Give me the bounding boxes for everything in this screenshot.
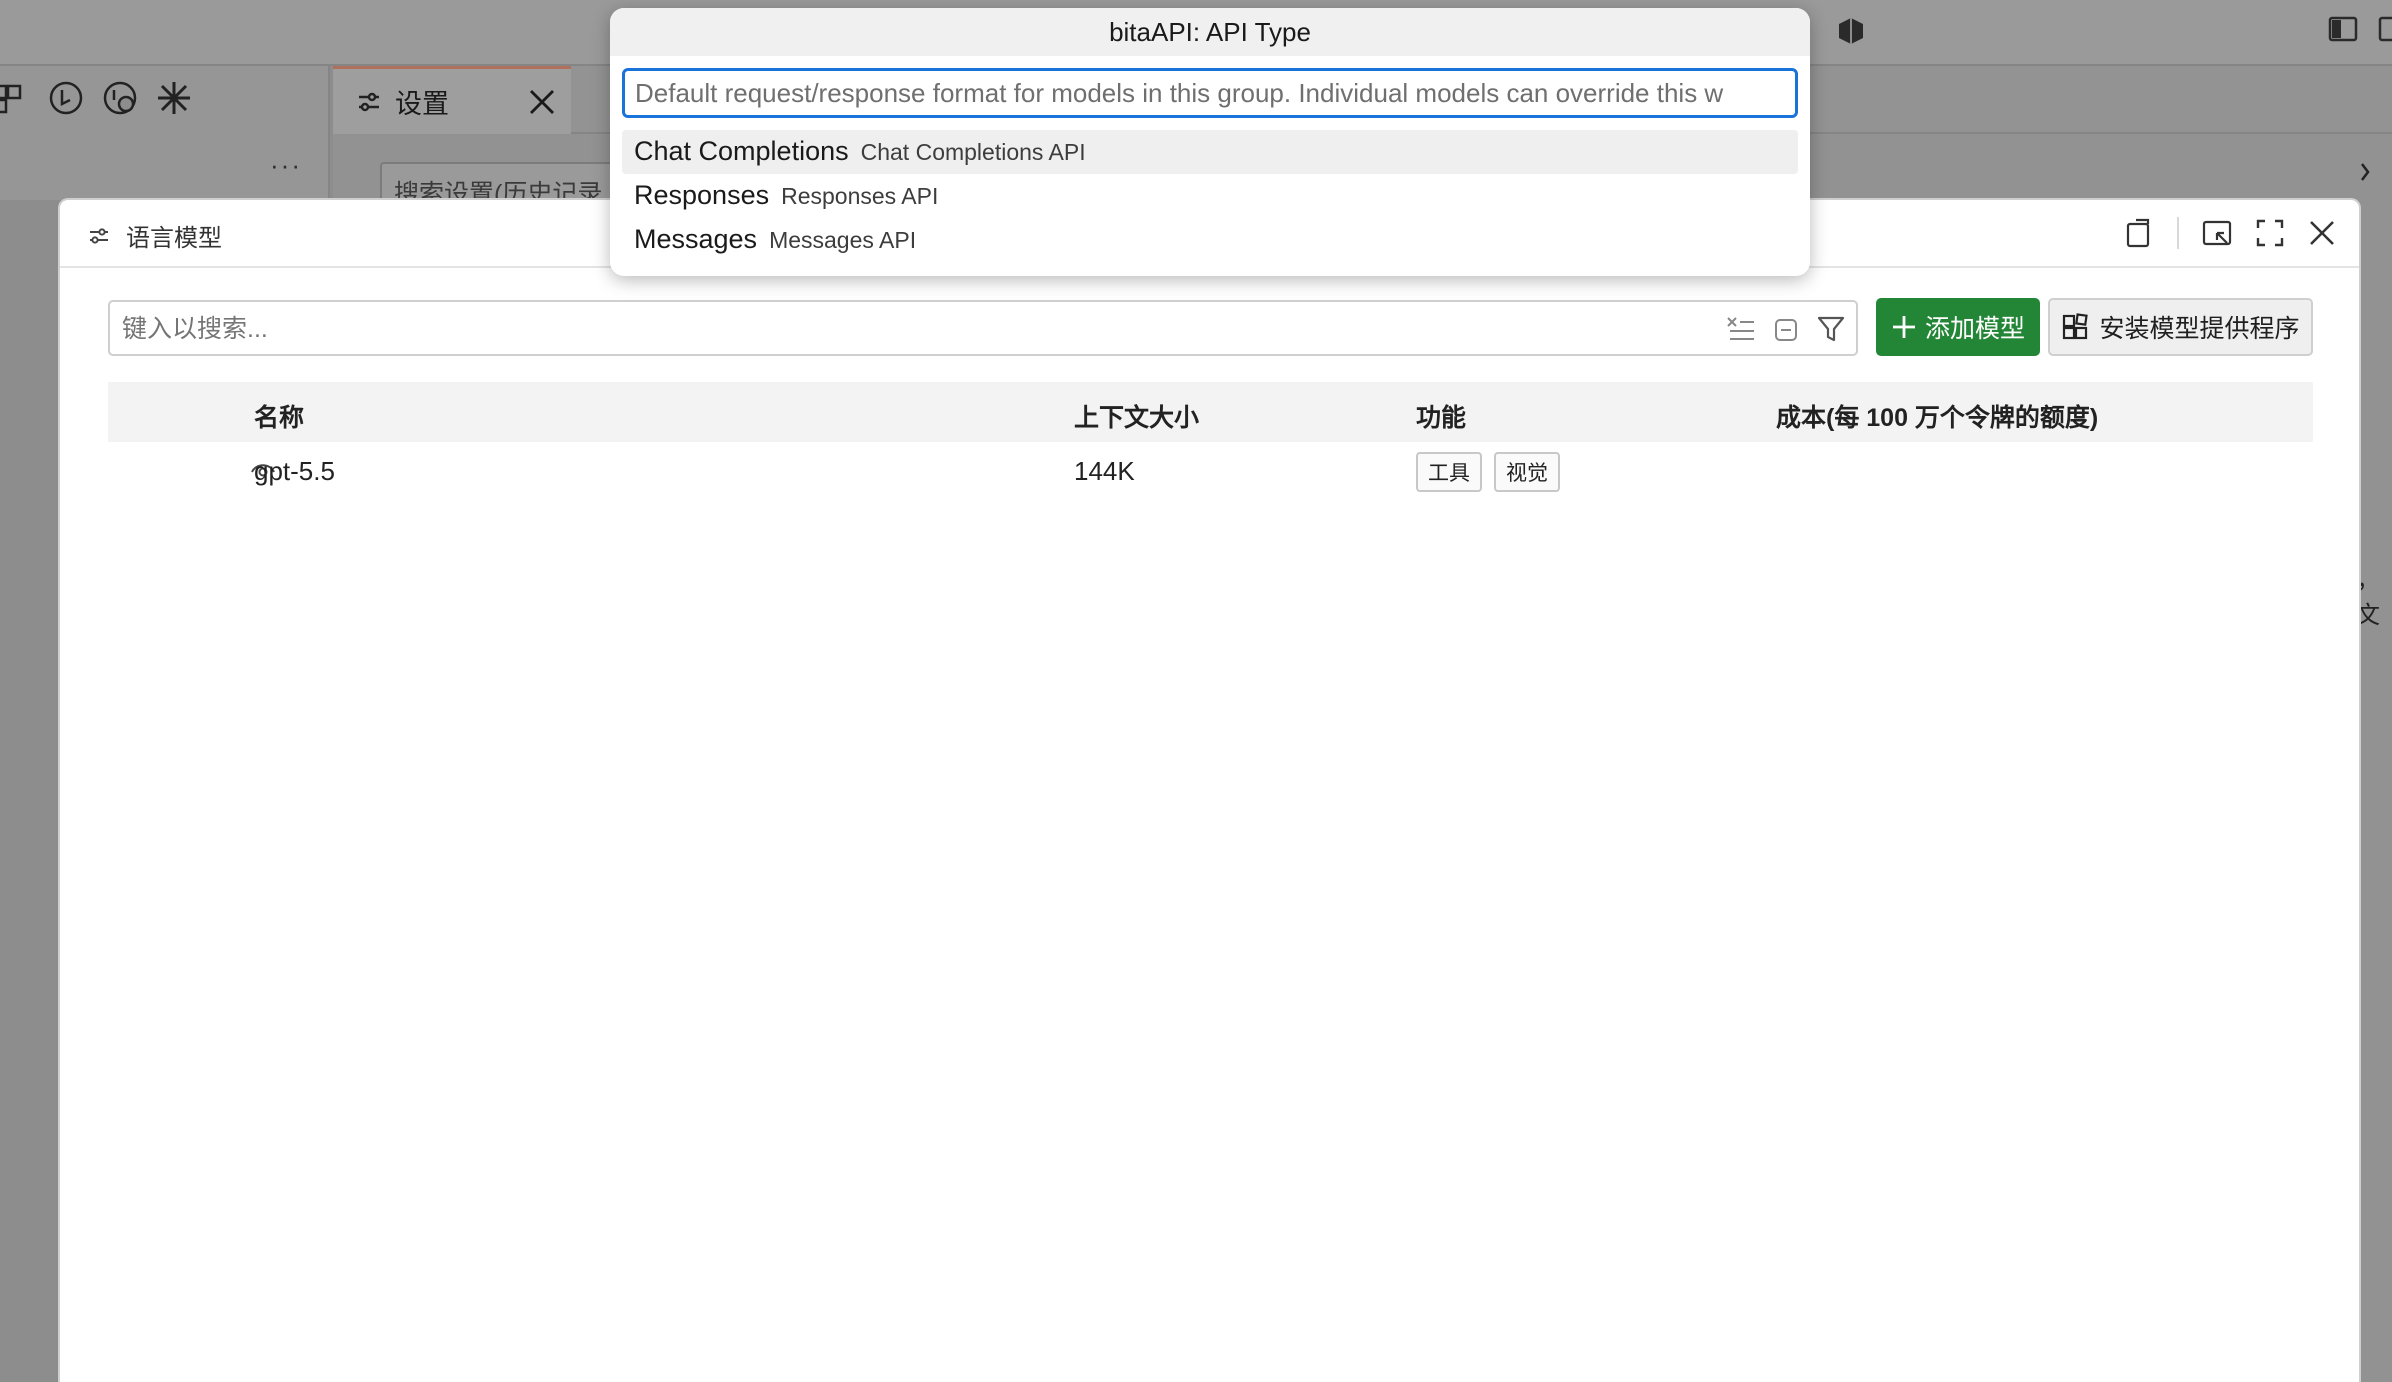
close-icon[interactable] [527,87,557,117]
capability-tag-vision: 视觉 [1494,452,1560,492]
option-label: Chat Completions [634,136,849,166]
toggle-sidebar-icon[interactable] [2328,14,2358,44]
option-responses[interactable]: Responses Responses API [622,174,1798,218]
api-type-quick-pick: bitaAPI: API Type Chat Completions Chat … [610,8,1810,276]
quick-pick-input[interactable] [622,68,1798,118]
timeline-icon[interactable] [48,80,84,116]
history-icon[interactable] [102,80,138,116]
option-label: Messages [634,224,758,254]
tab-settings-label: 设置 [395,89,449,119]
quick-pick-title: bitaAPI: API Type [610,8,1810,56]
option-description: Messages API [769,227,917,253]
toolbar-separator [2177,217,2179,249]
model-name: gpt-5.5 [254,456,335,486]
option-messages[interactable]: Messages Messages API [622,218,1798,262]
model-context-size: 144K [1074,456,1135,486]
model-search-input[interactable] [122,310,1682,348]
panel-title: 语言模型 [126,225,222,252]
capability-tags: 工具 视觉 [1416,452,1560,492]
model-search-box[interactable] [108,300,1858,356]
clear-filter-icon[interactable] [1726,315,1756,343]
option-label: Responses [634,180,770,210]
move-to-editor-icon[interactable] [2201,217,2233,249]
maximize-icon[interactable] [2255,218,2285,248]
language-models-panel: 语言模型 键入以搜索... 添加模型 安装模型提供程序 名称 上下文大小 功能 … [58,198,2361,1382]
add-model-button[interactable]: 添加模型 [1876,298,2040,356]
settings-sliders-icon [88,225,110,247]
extensions-icon [2061,313,2089,341]
background-scroll-marker [2360,160,2370,184]
column-header-context[interactable]: 上下文大小 [1074,398,1199,434]
table-header: 名称 上下文大小 功能 成本(每 100 万个令牌的额度) [108,382,2313,442]
column-header-name[interactable]: 名称 [254,398,304,434]
background-edge-text: ，文 [2356,567,2380,629]
tab-settings[interactable]: 设置 [333,66,571,134]
toggle-panel-icon[interactable] [2378,14,2392,44]
quick-pick-list: Chat Completions Chat Completions API Re… [622,130,1798,262]
option-chat-completions[interactable]: Chat Completions Chat Completions API [622,130,1798,174]
more-actions[interactable]: ··· [270,150,302,181]
collapse-all-icon[interactable] [1772,315,1800,343]
extension-icon [1836,16,1866,46]
close-icon[interactable] [2307,218,2337,248]
install-provider-button[interactable]: 安装模型提供程序 [2048,298,2313,356]
sparkle-icon[interactable] [156,80,192,116]
open-settings-json-icon[interactable] [2123,217,2155,249]
install-provider-label: 安装模型提供程序 [2099,315,2300,343]
background-activity-icons [0,80,192,116]
option-description: Responses API [781,183,939,209]
add-model-label: 添加模型 [1924,315,2025,343]
plus-icon [1891,314,1917,340]
extensions-icon[interactable] [0,80,30,116]
column-header-cost[interactable]: 成本(每 100 万个令牌的额度) [1776,398,2098,434]
settings-sliders-icon [357,90,381,114]
filter-icon[interactable] [1816,314,1846,344]
column-header-capabilities[interactable]: 功能 [1416,398,1466,434]
capability-tag-tools: 工具 [1416,452,1482,492]
option-description: Chat Completions API [860,139,1086,165]
table-row[interactable]: gpt-5.5 144K 工具 视觉 [108,442,2313,500]
